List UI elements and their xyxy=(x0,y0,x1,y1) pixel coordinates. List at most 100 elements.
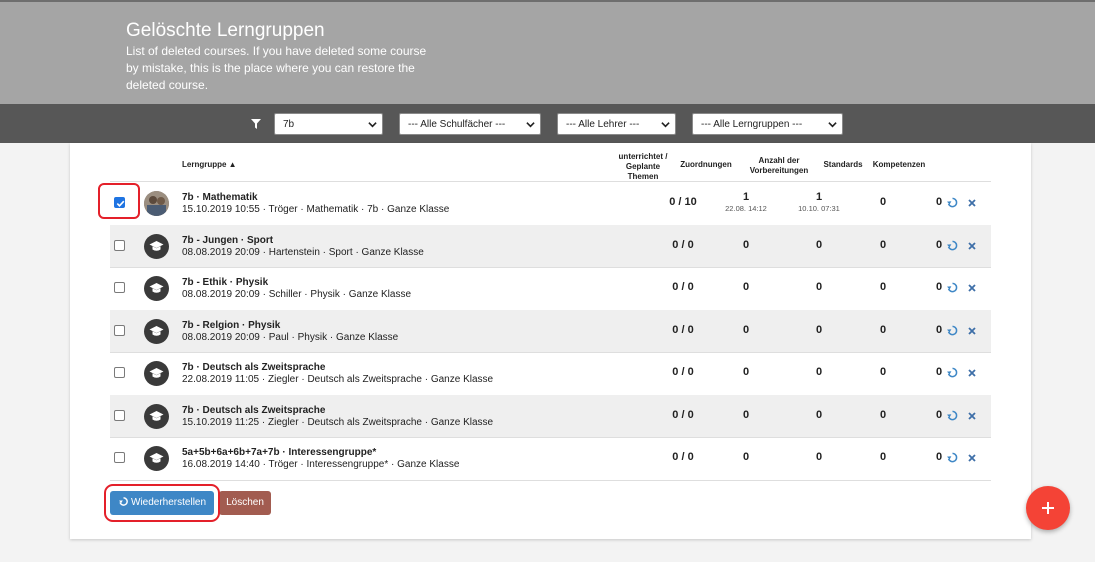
table-row: 7b · Deutsch als Zweitsprache 22.08.2019 … xyxy=(110,352,991,394)
avatar xyxy=(144,191,169,216)
standards-count: 0 xyxy=(879,366,887,378)
row-checkbox[interactable] xyxy=(114,367,125,378)
avatar xyxy=(144,318,169,344)
close-icon[interactable] xyxy=(968,454,976,462)
filter-icon xyxy=(251,119,261,129)
recycle-icon[interactable] xyxy=(947,367,958,378)
preparations-count: 1 xyxy=(815,191,823,203)
page-header: Gelöschte Lerngruppen List of deleted co… xyxy=(0,2,1095,104)
groups-select[interactable]: --- Alle Lerngruppen --- xyxy=(692,113,843,135)
group-subtitle: 15.10.2019 10:55 · Tröger · Mathematik ·… xyxy=(182,204,450,215)
table-row: 7b - Relgion · Physik 08.08.2019 20:09 · … xyxy=(110,309,991,352)
preparations-count: 0 xyxy=(815,281,823,293)
group-title: 7b · Mathematik xyxy=(182,192,258,203)
graduation-cap-icon xyxy=(149,410,164,421)
table-row: 7b · Mathematik 15.10.2019 10:55 · Tröger… xyxy=(110,182,991,224)
deleted-groups-card: Lerngruppe ▲ unterrichtet / Geplante The… xyxy=(70,143,1031,539)
restore-button-highlight xyxy=(104,484,220,522)
taught-count: 0 / 10 xyxy=(669,196,697,208)
row-checkbox[interactable] xyxy=(114,239,125,251)
taught-count: 0 / 0 xyxy=(672,323,694,336)
header-taught: unterrichtet / Geplante Themen xyxy=(618,152,668,181)
assignments-date: 22.08. 14:12 xyxy=(725,204,767,213)
assignments-count: 0 xyxy=(742,451,750,463)
header-standards: Standards xyxy=(823,160,863,169)
groups-select-value: --- Alle Lerngruppen --- xyxy=(701,119,803,130)
header-assignments: Zuordnungen xyxy=(680,160,732,169)
close-icon[interactable] xyxy=(968,199,976,207)
graduation-cap-icon xyxy=(149,368,164,378)
standards-count: 0 xyxy=(879,281,887,293)
standards-count: 0 xyxy=(879,408,887,421)
preparations-count: 0 xyxy=(815,408,823,421)
group-title: 7b · Deutsch als Zweitsprache xyxy=(182,404,326,416)
close-icon[interactable] xyxy=(968,411,976,420)
graduation-cap-icon xyxy=(149,453,164,463)
group-subtitle: 15.10.2019 11:25 · Ziegler · Deutsch als… xyxy=(182,416,494,428)
taught-count: 0 / 0 xyxy=(672,451,694,463)
delete-button[interactable]: Löschen xyxy=(219,491,271,515)
row-checkbox[interactable] xyxy=(114,409,125,421)
add-fab-button[interactable] xyxy=(1026,486,1070,530)
group-subtitle: 08.08.2019 20:09 · Hartenstein · Sport ·… xyxy=(182,246,424,258)
header-competencies: Kompetenzen xyxy=(872,160,926,169)
assignments-count: 0 xyxy=(742,323,750,336)
table-row: 5a+5b+6a+6b+7a+7b · Interessengruppe* 16.… xyxy=(110,437,991,479)
competencies-count: 0 xyxy=(935,408,943,421)
assignments-count: 1 xyxy=(742,191,750,203)
assignments-count: 0 xyxy=(742,281,750,293)
close-icon[interactable] xyxy=(968,284,976,292)
graduation-cap-icon xyxy=(149,283,164,293)
teachers-select[interactable]: --- Alle Lehrer --- xyxy=(557,113,676,135)
avatar-photo-icon xyxy=(144,191,169,216)
class-select[interactable]: 7b xyxy=(274,113,383,135)
chevron-down-icon xyxy=(526,122,535,128)
group-title: 7b - Ethik · Physik xyxy=(182,277,269,288)
table-row: 7b - Ethik · Physik 08.08.2019 20:09 · Sc… xyxy=(110,267,991,309)
subjects-select-value: --- Alle Schulfächer --- xyxy=(408,119,506,130)
graduation-cap-icon xyxy=(149,325,164,336)
close-icon[interactable] xyxy=(968,241,976,250)
recycle-icon[interactable] xyxy=(947,410,958,421)
competencies-count: 0 xyxy=(935,281,943,293)
standards-count: 0 xyxy=(879,196,887,208)
preparations-count: 0 xyxy=(815,323,823,336)
class-select-value: 7b xyxy=(283,119,295,130)
checkbox-highlight xyxy=(98,183,140,219)
group-title: 7b - Relgion · Physik xyxy=(182,319,281,331)
chevron-down-icon xyxy=(368,122,377,128)
competencies-count: 0 xyxy=(935,366,943,378)
recycle-icon[interactable] xyxy=(947,452,958,463)
avatar xyxy=(144,446,169,471)
taught-count: 0 / 0 xyxy=(672,238,694,251)
taught-count: 0 / 0 xyxy=(672,366,694,378)
group-title: 7b - Jungen · Sport xyxy=(182,234,274,246)
page-title: Gelöschte Lerngruppen xyxy=(126,20,325,41)
avatar xyxy=(144,403,169,429)
row-checkbox[interactable] xyxy=(114,324,125,336)
graduation-cap-icon xyxy=(149,240,164,251)
preparations-date: 10.10. 07:31 xyxy=(798,204,840,213)
recycle-icon[interactable] xyxy=(947,282,958,293)
recycle-icon[interactable] xyxy=(947,197,958,208)
preparations-count: 0 xyxy=(815,238,823,251)
plus-icon xyxy=(1042,502,1054,514)
table-bottom-divider xyxy=(110,479,991,481)
competencies-count: 0 xyxy=(935,323,943,336)
row-checkbox[interactable] xyxy=(114,452,125,463)
table-row: 7b · Deutsch als Zweitsprache 15.10.2019 … xyxy=(110,394,991,437)
header-group[interactable]: Lerngruppe ▲ xyxy=(182,160,237,170)
competencies-count: 0 xyxy=(935,196,943,208)
subjects-select[interactable]: --- Alle Schulfächer --- xyxy=(399,113,541,135)
preparations-count: 0 xyxy=(815,366,823,378)
close-icon[interactable] xyxy=(968,369,976,377)
recycle-icon[interactable] xyxy=(947,240,958,251)
header-preparations: Anzahl der Vorbereitungen xyxy=(749,156,809,175)
group-title: 5a+5b+6a+6b+7a+7b · Interessengruppe* xyxy=(182,447,377,458)
group-title: 7b · Deutsch als Zweitsprache xyxy=(182,362,326,373)
close-icon[interactable] xyxy=(968,326,976,335)
table-row: 7b - Jungen · Sport 08.08.2019 20:09 · Ha… xyxy=(110,224,991,267)
teachers-select-value: --- Alle Lehrer --- xyxy=(566,119,640,130)
recycle-icon[interactable] xyxy=(947,325,958,336)
row-checkbox[interactable] xyxy=(114,282,125,293)
